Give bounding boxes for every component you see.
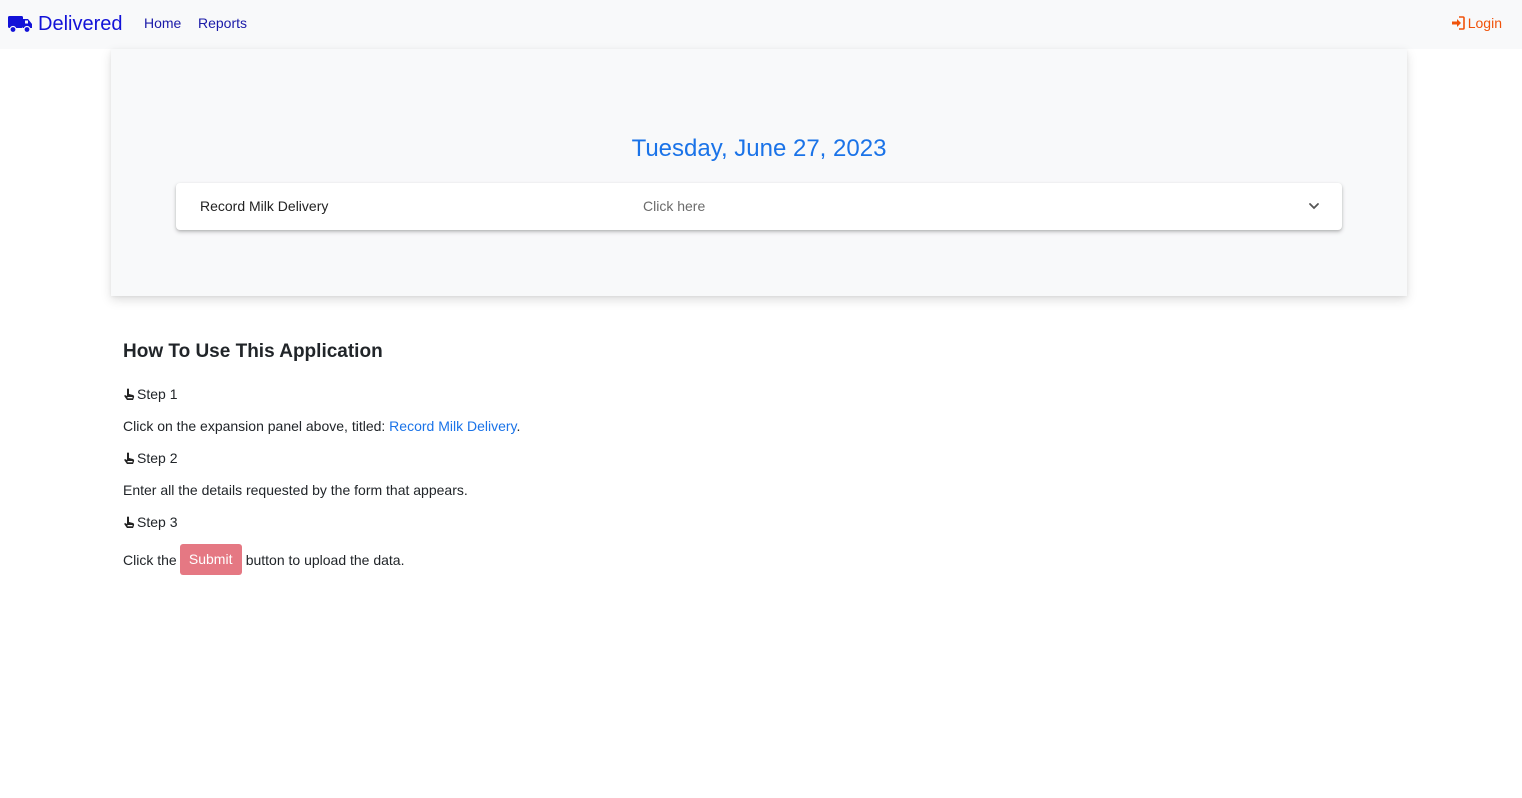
- step-2-label: Step 2: [123, 450, 177, 466]
- step-3-text-before: Click the: [123, 551, 177, 568]
- sign-in-icon: [1451, 16, 1465, 30]
- hero-card: Tuesday, June 27, 2023 Record Milk Deliv…: [111, 49, 1407, 296]
- nav-home-link[interactable]: Home: [144, 15, 181, 31]
- record-milk-delivery-panel[interactable]: Record Milk Delivery Click here: [176, 183, 1342, 230]
- step-1-description: Click on the expansion panel above, titl…: [123, 418, 520, 434]
- navbar: Delivered Home Reports Login: [0, 0, 1522, 49]
- step-3-text-after: button to upload the data.: [245, 551, 405, 568]
- step-3-description: Click the Submit button to upload the data…: [123, 544, 405, 575]
- step-2-text: Step 2: [137, 450, 178, 466]
- current-date: Tuesday, June 27, 2023: [631, 135, 887, 162]
- step-1-text-before: Click on the expansion panel above, titl…: [123, 418, 390, 434]
- chevron-down-icon[interactable]: [1308, 200, 1320, 212]
- panel-title: Record Milk Delivery: [200, 198, 329, 214]
- step-3-text: Step 3: [137, 514, 178, 530]
- step-2-description: Enter all the details requested by the f…: [123, 482, 468, 498]
- nav-reports-link[interactable]: Reports: [198, 15, 247, 31]
- panel-description: Click here: [643, 198, 706, 214]
- submit-button[interactable]: Submit: [179, 544, 242, 575]
- howto-title: How To Use This Application: [123, 341, 383, 362]
- hand-pointer-icon: [124, 388, 135, 400]
- login-link[interactable]: Login: [1451, 15, 1502, 31]
- step-3-label: Step 3: [123, 514, 177, 530]
- hand-pointer-icon: [124, 516, 135, 528]
- step-1-text-after: .: [516, 418, 521, 434]
- record-milk-delivery-link[interactable]: Record Milk Delivery: [389, 418, 516, 434]
- login-label: Login: [1467, 15, 1502, 31]
- truck-icon: [8, 16, 32, 34]
- step-1-label: Step 1: [123, 386, 177, 402]
- brand-text: Delivered: [38, 13, 123, 35]
- hand-pointer-icon: [124, 452, 135, 464]
- brand-link[interactable]: Delivered: [8, 10, 122, 38]
- step-1-text: Step 1: [137, 386, 178, 402]
